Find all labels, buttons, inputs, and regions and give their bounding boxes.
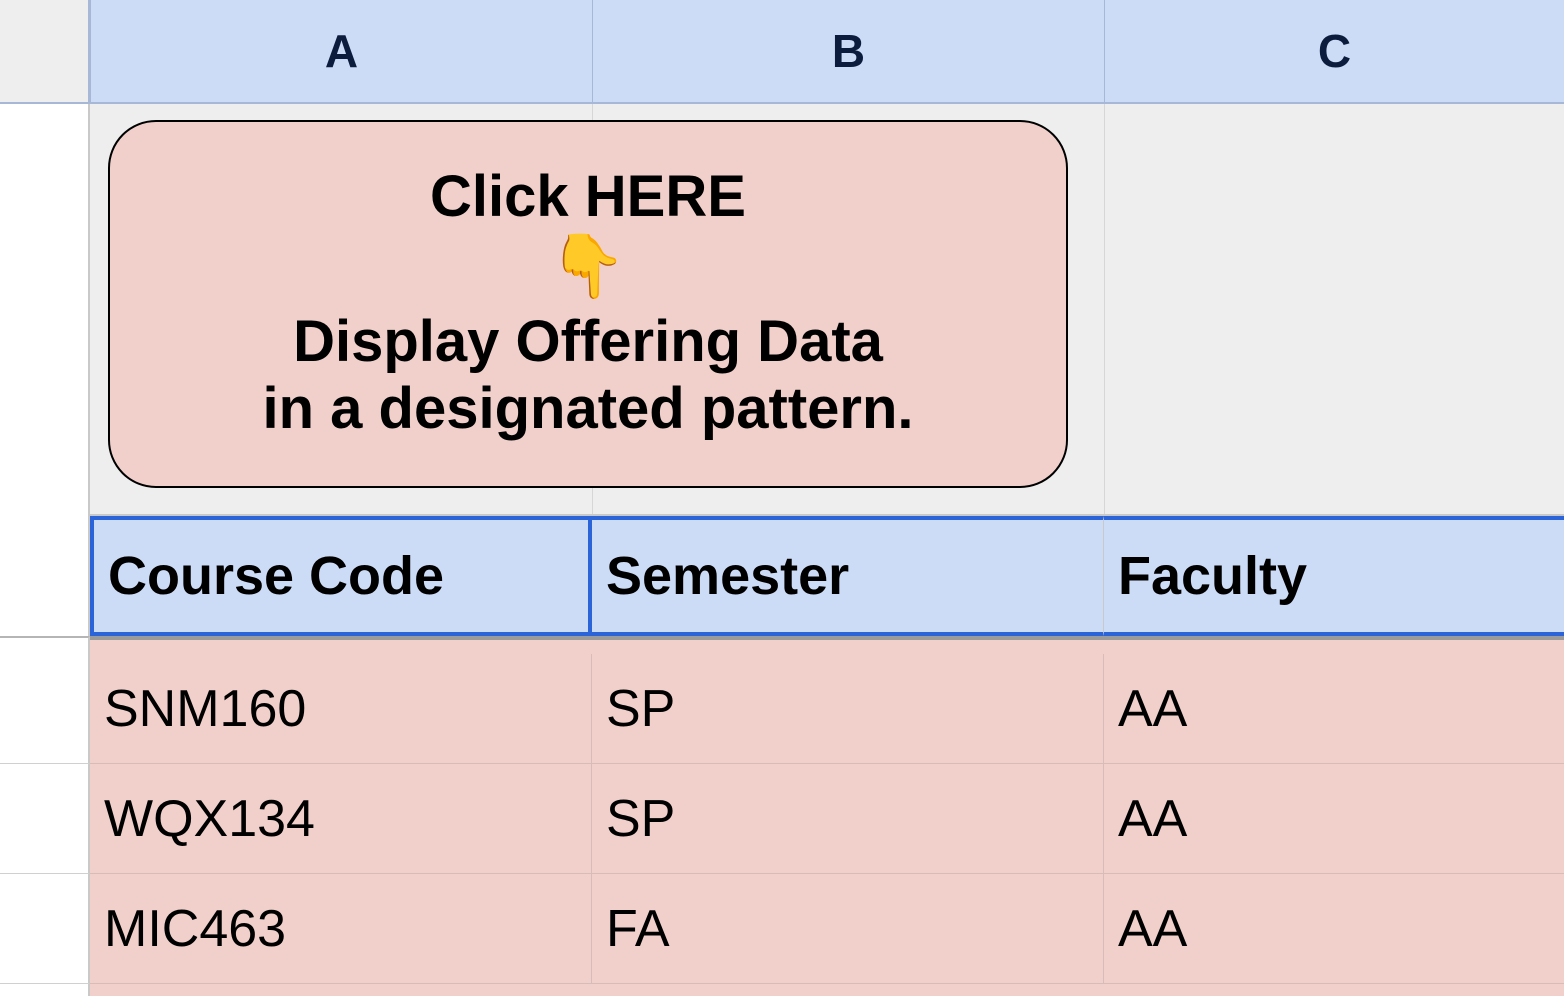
frozen-row-divider [90, 636, 1564, 654]
column-header-C[interactable]: C [1104, 0, 1564, 104]
spreadsheet-grid: A B C Click HERE 👇 Display Offering Data… [0, 0, 1564, 996]
column-header-B[interactable]: B [592, 0, 1104, 104]
cell-faculty[interactable]: AA [1104, 764, 1564, 874]
table-header-semester[interactable]: Semester [592, 516, 1104, 636]
cell-faculty[interactable]: AA [1104, 654, 1564, 764]
row-header-6[interactable] [0, 984, 90, 996]
cell-faculty[interactable]: AA [1104, 874, 1564, 984]
cell-course-code[interactable]: MIC463 [90, 874, 592, 984]
table-header-course-code[interactable]: Course Code [90, 516, 592, 636]
row-1-area: Click HERE 👇 Display Offering Data in a … [90, 104, 1564, 516]
cell-semester[interactable]: SP [592, 764, 1104, 874]
row-header-2[interactable] [0, 516, 90, 636]
click-here-button[interactable]: Click HERE 👇 Display Offering Data in a … [108, 120, 1068, 488]
row-header-3[interactable] [0, 654, 90, 764]
cell-semester[interactable]: FA [592, 874, 1104, 984]
column-divider [1104, 104, 1105, 514]
click-desc-line1: Display Offering Data [293, 309, 883, 374]
row-header-4[interactable] [0, 764, 90, 874]
row-header-1[interactable] [0, 104, 90, 516]
corner-header[interactable] [0, 0, 90, 104]
column-header-A[interactable]: A [90, 0, 592, 104]
cell-course-code[interactable]: WQX134 [90, 764, 592, 874]
click-title: Click HERE [430, 165, 746, 229]
cell-course-code[interactable]: SNM160 [90, 654, 592, 764]
click-description: Display Offering Data in a designated pa… [263, 309, 914, 442]
pointing-down-icon: 👇 [549, 233, 626, 301]
table-header-faculty[interactable]: Faculty [1104, 516, 1564, 636]
trailing-row-area [90, 984, 1564, 996]
click-desc-line2: in a designated pattern. [263, 376, 914, 441]
row-header-5[interactable] [0, 874, 90, 984]
frozen-row-divider-stub [0, 636, 90, 654]
cell-semester[interactable]: SP [592, 654, 1104, 764]
